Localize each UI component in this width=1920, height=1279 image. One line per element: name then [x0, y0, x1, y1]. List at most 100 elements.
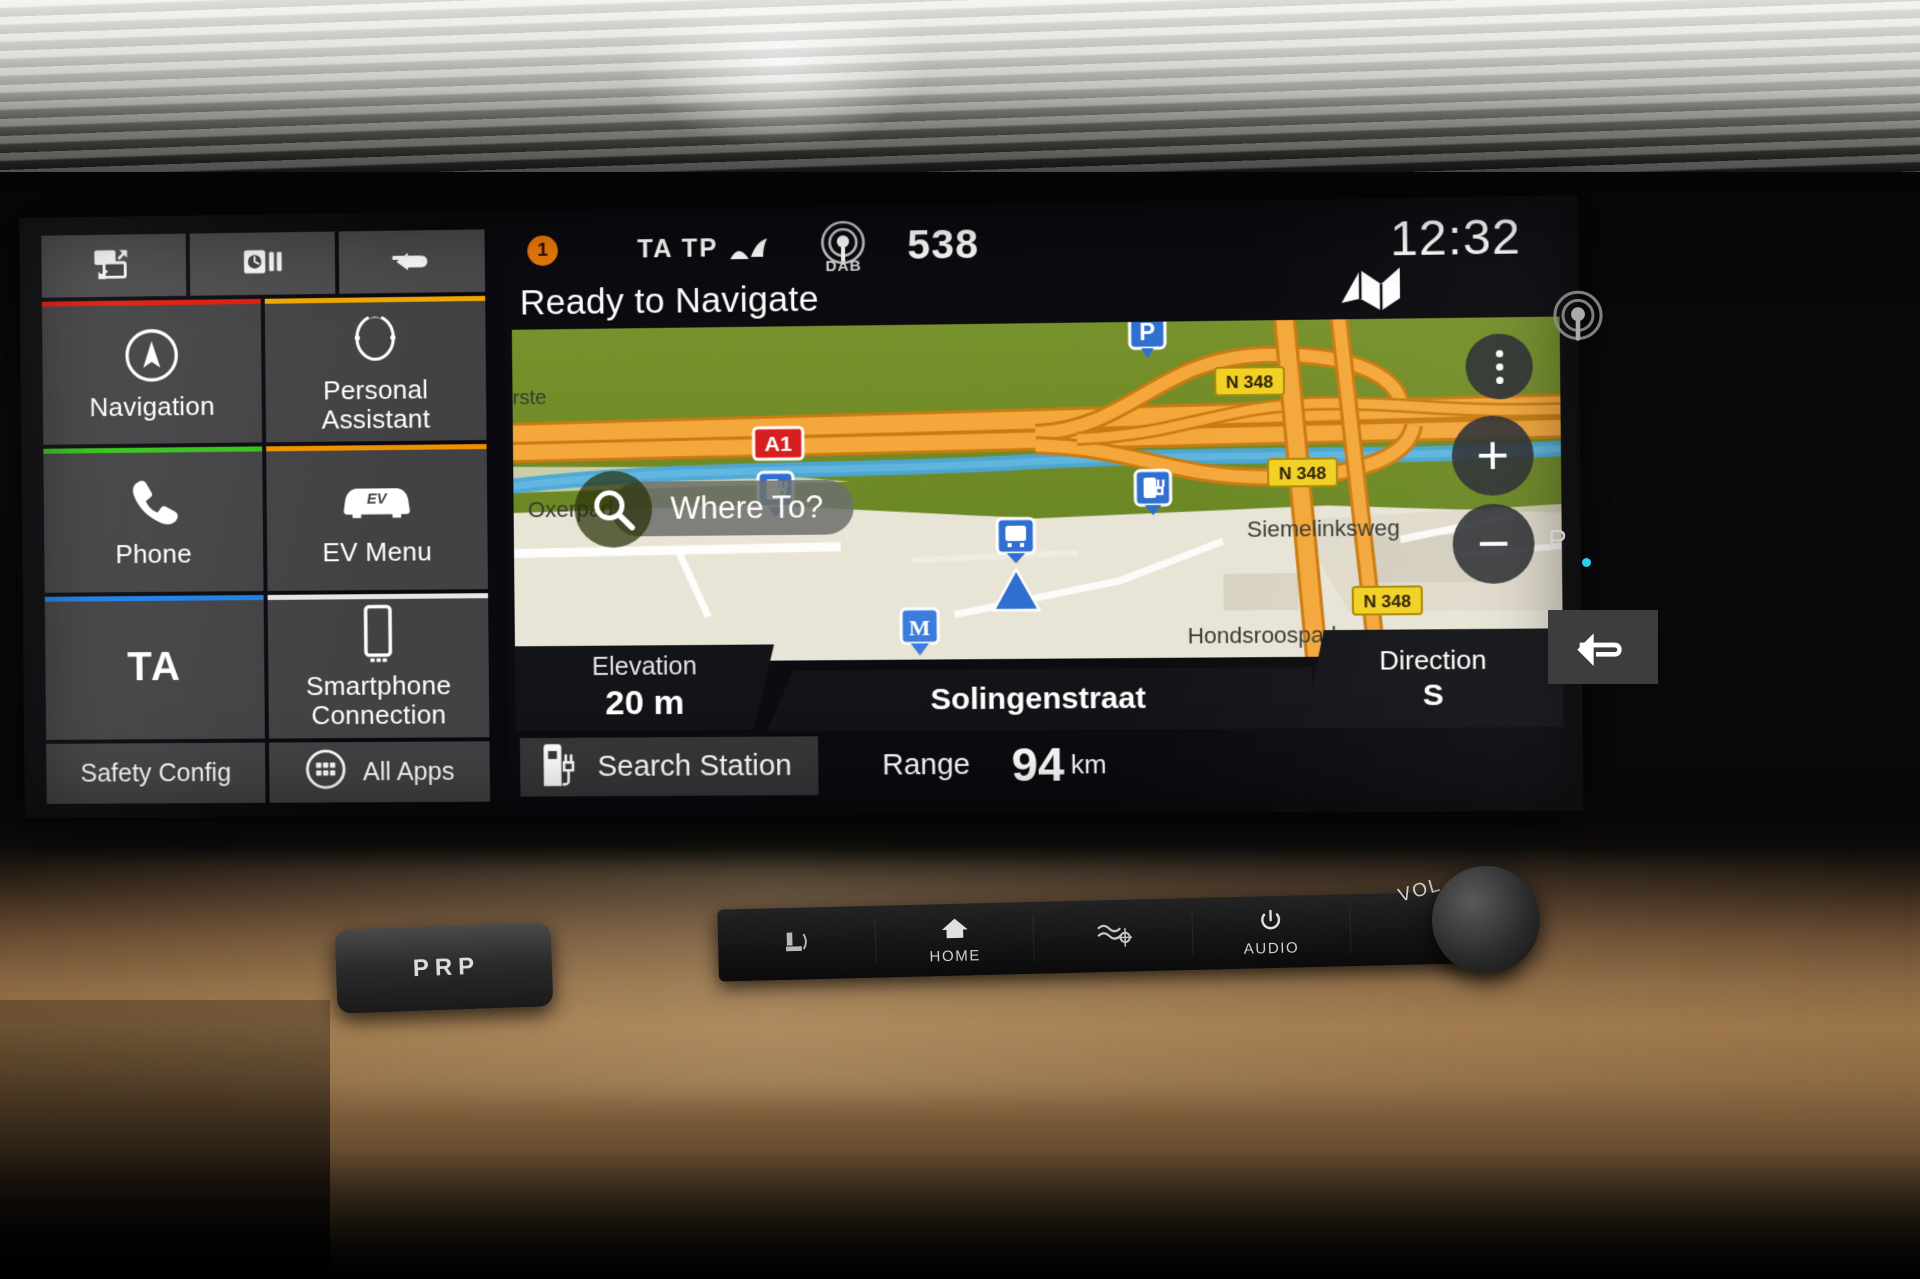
current-street-plate: Solingenstraat [766, 667, 1312, 732]
tile-label-ta: TA [127, 644, 183, 690]
infotainment-screen: Navigation Personal Assistant Phone EV E… [19, 195, 1584, 819]
road-shield-n348-2: N 348 [1268, 458, 1337, 486]
page-title: Ready to Navigate [519, 279, 820, 323]
dab-antenna-icon-right [1548, 290, 1608, 350]
tile-navigation[interactable]: Navigation [41, 298, 263, 446]
search-station-button[interactable]: Search Station [519, 736, 819, 797]
ev-car-icon: EV [333, 467, 421, 534]
tile-row-3: TA Smartphone Connection [44, 592, 490, 740]
nav-bottom-bar: Search Station Range 94 km [510, 725, 1565, 804]
road-shield-n348-3: N 348 [1353, 586, 1422, 614]
tile-accent-smartphone-connection [267, 592, 489, 600]
tile-row-2: Phone EV EV Menu [43, 444, 488, 593]
back-button[interactable] [338, 229, 486, 294]
direction-value: S [1422, 677, 1444, 712]
svg-text:EV: EV [367, 492, 388, 508]
seat-icon [780, 928, 813, 960]
hard-key-home[interactable]: HOME [875, 914, 1035, 965]
zoom-in-button[interactable]: + [1451, 415, 1535, 497]
shift-segment-p1: P [412, 954, 431, 983]
ceiling-light-glow [630, 0, 930, 150]
screen-layout-swap-button[interactable] [41, 233, 187, 298]
tile-ev-menu[interactable]: EV EV Menu [266, 444, 488, 591]
svg-text:A1: A1 [764, 433, 792, 457]
tile-label-phone: Phone [115, 538, 192, 570]
map-view[interactable]: Oxerpad Siemelinksweg Hondsroospad ngens… [511, 316, 1563, 663]
hard-key-climate[interactable] [1033, 911, 1194, 961]
app-tile-grid: Navigation Personal Assistant Phone EV E… [41, 295, 490, 740]
elevation-value: 20 m [605, 683, 685, 723]
tile-personal-assistant[interactable]: Personal Assistant [264, 295, 487, 443]
shift-segment-p2: P [457, 952, 476, 981]
clock: 12:32 [1389, 209, 1522, 267]
where-to-search[interactable]: Where To? [574, 470, 855, 549]
safety-config-label: Safety Config [80, 758, 232, 788]
zoom-out-button[interactable]: − [1452, 503, 1535, 585]
safety-config-button[interactable]: Safety Config [46, 742, 266, 804]
traffic-icon [729, 234, 772, 261]
hard-key-home-label: HOME [929, 946, 982, 965]
back-arrow-icon-right [1574, 624, 1632, 671]
tile-accent-phone [43, 446, 263, 455]
road-shield-a1: A1 [754, 427, 803, 459]
tile-label-ev-menu: EV Menu [322, 536, 433, 568]
svg-text:N 348: N 348 [1279, 464, 1326, 484]
search-icon[interactable] [574, 470, 653, 549]
home-icon [939, 915, 970, 945]
svg-text:Siemelinksweg: Siemelinksweg [1247, 515, 1400, 542]
range-unit: km [1070, 748, 1107, 780]
status-dot [1582, 558, 1591, 567]
direction-plate: Direction S [1303, 628, 1564, 728]
climate-icon [1094, 920, 1135, 952]
elevation-label: Elevation [591, 652, 698, 682]
tile-phone[interactable]: Phone [43, 446, 264, 593]
tile-row-1: Navigation Personal Assistant [41, 295, 487, 446]
panel-bottom-button-row: Safety Config All Apps [46, 741, 491, 804]
smartphone-icon [355, 601, 400, 668]
history-cards-icon [239, 241, 286, 287]
screen-swap-icon [90, 243, 137, 289]
compass-icon [118, 322, 185, 389]
tile-accent-navigation [41, 298, 261, 307]
ta-tp-indicator: TA TP [637, 233, 719, 264]
svg-text:P: P [1139, 319, 1155, 346]
tile-accent-personal-assistant [264, 295, 486, 304]
bottom-shadow [0, 1150, 1920, 1279]
shift-segment-r: R [434, 953, 454, 982]
svg-text:rste: rste [512, 387, 546, 410]
range-label: Range [882, 748, 971, 782]
range-value: 94 [1011, 737, 1065, 792]
assistant-head-icon [344, 305, 405, 372]
recent-history-button[interactable] [189, 231, 336, 296]
back-button-right[interactable] [1548, 610, 1658, 684]
radio-frequency: 538 [906, 221, 980, 268]
search-station-label: Search Station [597, 749, 793, 783]
infotainment-photo-scene: Navigation Personal Assistant Phone EV E… [0, 0, 1920, 1279]
map-north-up-icon[interactable] [1337, 261, 1404, 315]
all-apps-button[interactable]: All Apps [269, 741, 491, 803]
tile-label-personal-assistant: Personal Assistant [321, 373, 431, 435]
svg-text:N 348: N 348 [1364, 592, 1412, 612]
elevation-plate: Elevation 20 m [515, 644, 775, 731]
tile-smartphone-connection[interactable]: Smartphone Connection [267, 592, 490, 739]
hard-key-audio[interactable]: AUDIO [1192, 907, 1352, 958]
panel-top-button-row [41, 229, 486, 298]
hard-key-audio-label: AUDIO [1243, 938, 1300, 958]
tile-accent-ta [44, 594, 264, 602]
back-arrow-icon [388, 239, 435, 285]
svg-text:Hondsroospad: Hondsroospad [1187, 622, 1336, 649]
svg-text:M: M [909, 615, 931, 641]
app-launcher-panel: Navigation Personal Assistant Phone EV E… [41, 229, 491, 804]
plus-icon: + [1475, 424, 1510, 487]
park-shift-button[interactable]: P R P [334, 922, 554, 1014]
road-shield-n348-1: N 348 [1215, 367, 1284, 395]
dab-antenna-icon: DAB [817, 220, 871, 275]
ceiling-blinds-reflection [0, 0, 1920, 172]
power-icon [1259, 907, 1284, 937]
tile-ta[interactable]: TA [44, 594, 265, 740]
hard-key-seat[interactable] [717, 918, 877, 969]
minus-icon: − [1476, 512, 1511, 575]
notification-badge[interactable]: 1 [527, 235, 559, 267]
three-dots-icon [1495, 349, 1504, 384]
right-edge-widgets: P [1548, 280, 1920, 700]
